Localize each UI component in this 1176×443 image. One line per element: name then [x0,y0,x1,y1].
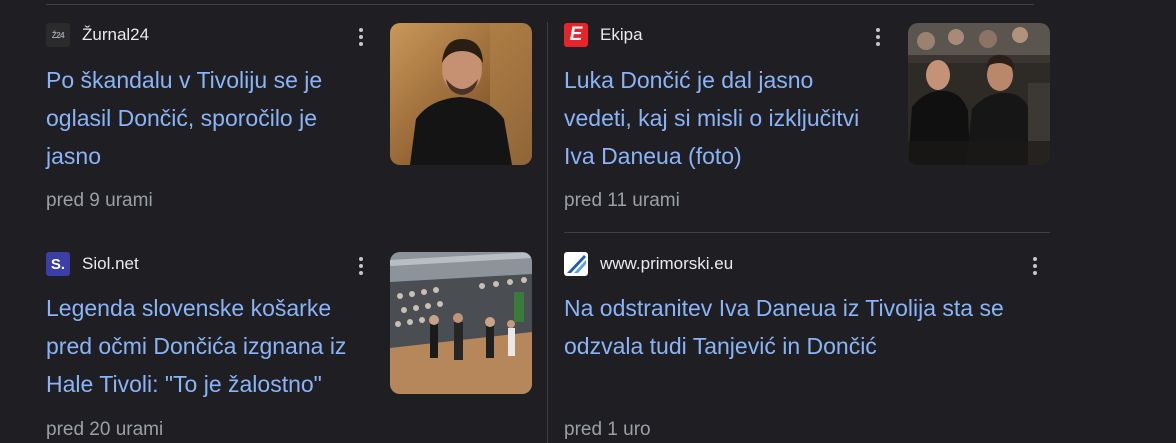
publish-time: pred 11 urami [564,190,680,211]
title-line: Luka Dončić je dal jasno [564,67,814,93]
news-source: S. Siol.net [46,251,139,277]
title-line: oglasil Dončić, sporočilo je [46,105,318,131]
row-divider [564,232,1050,233]
favicon-text: S. [50,255,66,273]
title-line: Na odstranitev Iva Daneua iz Tivolija st… [564,295,1004,321]
column-divider [547,22,548,443]
publish-time: pred 20 urami [46,419,164,440]
zurnal24-logo-icon: Ž24 [46,23,70,47]
source-name: Siol.net [82,254,139,273]
news-card[interactable]: E Ekipa Luka Dončić je dal jasno vedeti,… [564,22,1050,222]
article-title[interactable]: Na odstranitev Iva Daneua iz Tivolija st… [564,289,1004,365]
favicon-text: E [569,24,583,45]
news-results: Ž24 Žurnal24 Po škandalu v Tivoliju se j… [0,0,1176,443]
article-title[interactable]: Luka Dončić je dal jasno vedeti, kaj si … [564,61,859,175]
thumbnail-image [390,252,532,394]
publish-time: pred 1 uro [564,419,651,440]
primorski-glyph [567,255,586,273]
more-options-icon[interactable] [1025,253,1045,279]
more-options-icon[interactable] [351,253,371,279]
favicon-text: Ž24 [51,30,65,40]
publish-time: pred 9 urami [46,190,153,211]
article-title[interactable]: Legenda slovenske košarke pred očmi Donč… [46,289,346,403]
more-options-icon[interactable] [351,24,371,50]
news-card[interactable]: Ž24 Žurnal24 Po škandalu v Tivoliju se j… [46,22,532,222]
article-thumbnail[interactable] [390,252,532,394]
article-thumbnail[interactable] [390,23,532,165]
siol-logo-icon: S. [46,252,70,276]
title-line: Legenda slovenske košarke [46,295,332,321]
thumbnail-image [908,23,1050,165]
source-name: www.primorski.eu [600,254,734,273]
news-card[interactable]: www.primorski.eu Na odstranitev Iva Dane… [564,251,1050,443]
top-divider [46,4,1034,5]
news-source: www.primorski.eu [564,251,733,277]
title-line: pred očmi Dončića izgnana iz [46,333,347,359]
source-name: Žurnal24 [82,25,150,44]
more-options-icon[interactable] [868,24,888,50]
title-line: vedeti, kaj si misli o izključitvi [564,105,860,131]
article-title[interactable]: Po škandalu v Tivoliju se je oglasil Don… [46,61,322,175]
thumbnail-image [390,23,532,165]
title-line: jasno [46,143,101,169]
ekipa-logo-icon: E [564,23,588,47]
title-line: Hale Tivoli: "To je žalostno" [46,371,322,397]
title-line: odzvala tudi Tanjević in Dončić [564,333,877,359]
primorski-logo-icon [564,252,588,276]
title-line: Iva Daneua (foto) [564,143,742,169]
news-source: Ž24 Žurnal24 [46,22,149,48]
title-line: Po škandalu v Tivoliju se je [46,67,323,93]
news-source: E Ekipa [564,22,643,48]
news-card[interactable]: S. Siol.net Legenda slovenske košarke pr… [46,251,532,443]
source-name: Ekipa [600,25,643,44]
article-thumbnail[interactable] [908,23,1050,165]
